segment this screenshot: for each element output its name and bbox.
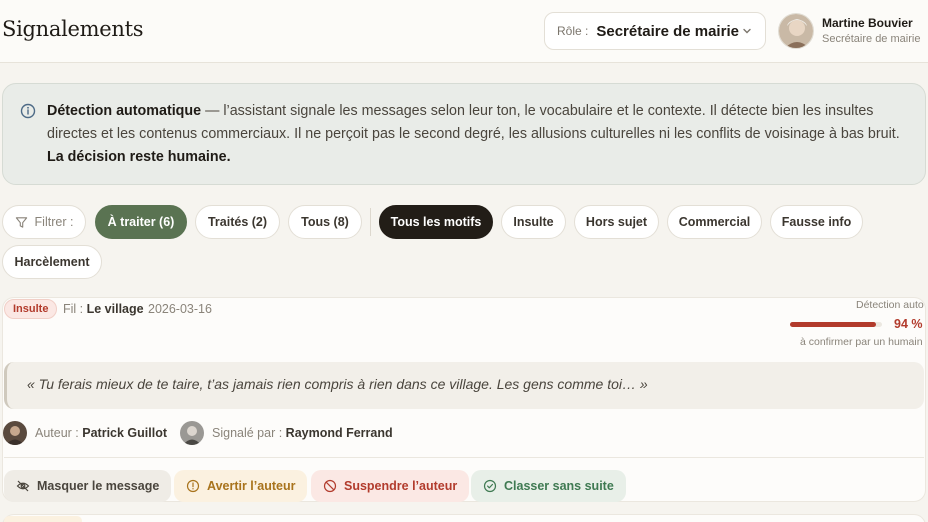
warn-author-button[interactable]: Avertir l’auteur	[174, 470, 308, 502]
dismiss-button[interactable]: Classer sans suite	[471, 470, 626, 502]
author-info: Auteur : Patrick Guillot	[35, 426, 167, 440]
report-card-next	[2, 514, 926, 522]
filter-reason-commercial[interactable]: Commercial	[667, 205, 762, 239]
filter-label-text: Filtrer :	[34, 215, 74, 229]
filter-reason-harcelement[interactable]: Harcèlement	[2, 245, 102, 279]
thread-info: Fil : Le village	[63, 302, 144, 316]
filter-separator	[370, 208, 371, 236]
reporter-info: Signalé par : Raymond Ferrand	[212, 426, 393, 440]
detection-label: Détection auto	[856, 299, 924, 311]
reason-badge: Insulte	[4, 299, 58, 319]
info-icon	[20, 103, 36, 119]
eye-off-icon	[16, 480, 30, 492]
warn-author-label: Avertir l’auteur	[207, 479, 296, 493]
message-quote: « Tu ferais mieux de te taire, t’as jama…	[4, 362, 924, 409]
role-label: Rôle :	[557, 24, 589, 38]
reporter-label: Signalé par :	[212, 426, 283, 440]
detection-bar	[790, 322, 882, 327]
detection-bar-fill	[790, 322, 877, 327]
mask-message-label: Masquer le message	[37, 479, 160, 493]
avatar[interactable]	[778, 13, 814, 49]
filter-reason-hors-sujet[interactable]: Hors sujet	[574, 205, 659, 239]
dismiss-label: Classer sans suite	[504, 479, 614, 493]
alert-circle-icon	[186, 479, 200, 493]
check-circle-icon	[483, 479, 497, 493]
mask-message-button[interactable]: Masquer le message	[4, 470, 172, 502]
info-banner: Détection automatique — l’assistant sign…	[2, 83, 926, 185]
ban-icon	[323, 479, 337, 493]
filter-icon	[15, 216, 27, 228]
info-strong-end: La décision reste humaine.	[47, 149, 231, 165]
filter-reason-tous-les-motifs[interactable]: Tous les motifs	[379, 205, 493, 239]
filter-status-tous[interactable]: Tous (8)	[288, 205, 362, 239]
report-date: 2026-03-16	[148, 302, 212, 316]
card-divider	[4, 457, 924, 458]
user-role: Secrétaire de mairie	[822, 33, 921, 45]
filter-reason-fausse-info[interactable]: Fausse info	[770, 205, 863, 239]
thread-label: Fil :	[63, 302, 84, 316]
author-avatar	[3, 421, 27, 445]
quote-text: « Tu ferais mieux de te taire, t’as jama…	[27, 376, 648, 392]
filter-reason-insulte[interactable]: Insulte	[501, 205, 566, 239]
top-bar: Signalements Rôle : Secrétaire de mairie…	[0, 0, 928, 63]
reporter-avatar	[180, 421, 204, 445]
info-strong-start: Détection automatique	[47, 103, 202, 119]
filter-status-a-traiter[interactable]: À traiter (6)	[95, 205, 187, 239]
thread-name: Le village	[86, 302, 144, 316]
page-title: Signalements	[2, 17, 144, 41]
suspend-author-label: Suspendre l’auteur	[344, 479, 458, 493]
suspend-author-button[interactable]: Suspendre l’auteur	[311, 470, 470, 502]
info-text: Détection automatique — l’assistant sign…	[47, 100, 917, 169]
author-name[interactable]: Patrick Guillot	[82, 426, 167, 440]
detection-percent: 94 %	[894, 317, 923, 331]
filter-status-traites[interactable]: Traités (2)	[195, 205, 280, 239]
reason-badge-next	[4, 516, 82, 522]
detection-note: à confirmer par un humain	[800, 336, 923, 348]
role-value: Secrétaire de mairie	[596, 22, 739, 40]
chevron-down-icon	[743, 28, 751, 34]
user-name: Martine Bouvier	[822, 16, 913, 30]
role-select[interactable]: Rôle : Secrétaire de mairie	[544, 12, 766, 50]
author-label: Auteur :	[35, 426, 79, 440]
filter-label: Filtrer :	[2, 205, 86, 239]
reporter-name[interactable]: Raymond Ferrand	[286, 426, 393, 440]
